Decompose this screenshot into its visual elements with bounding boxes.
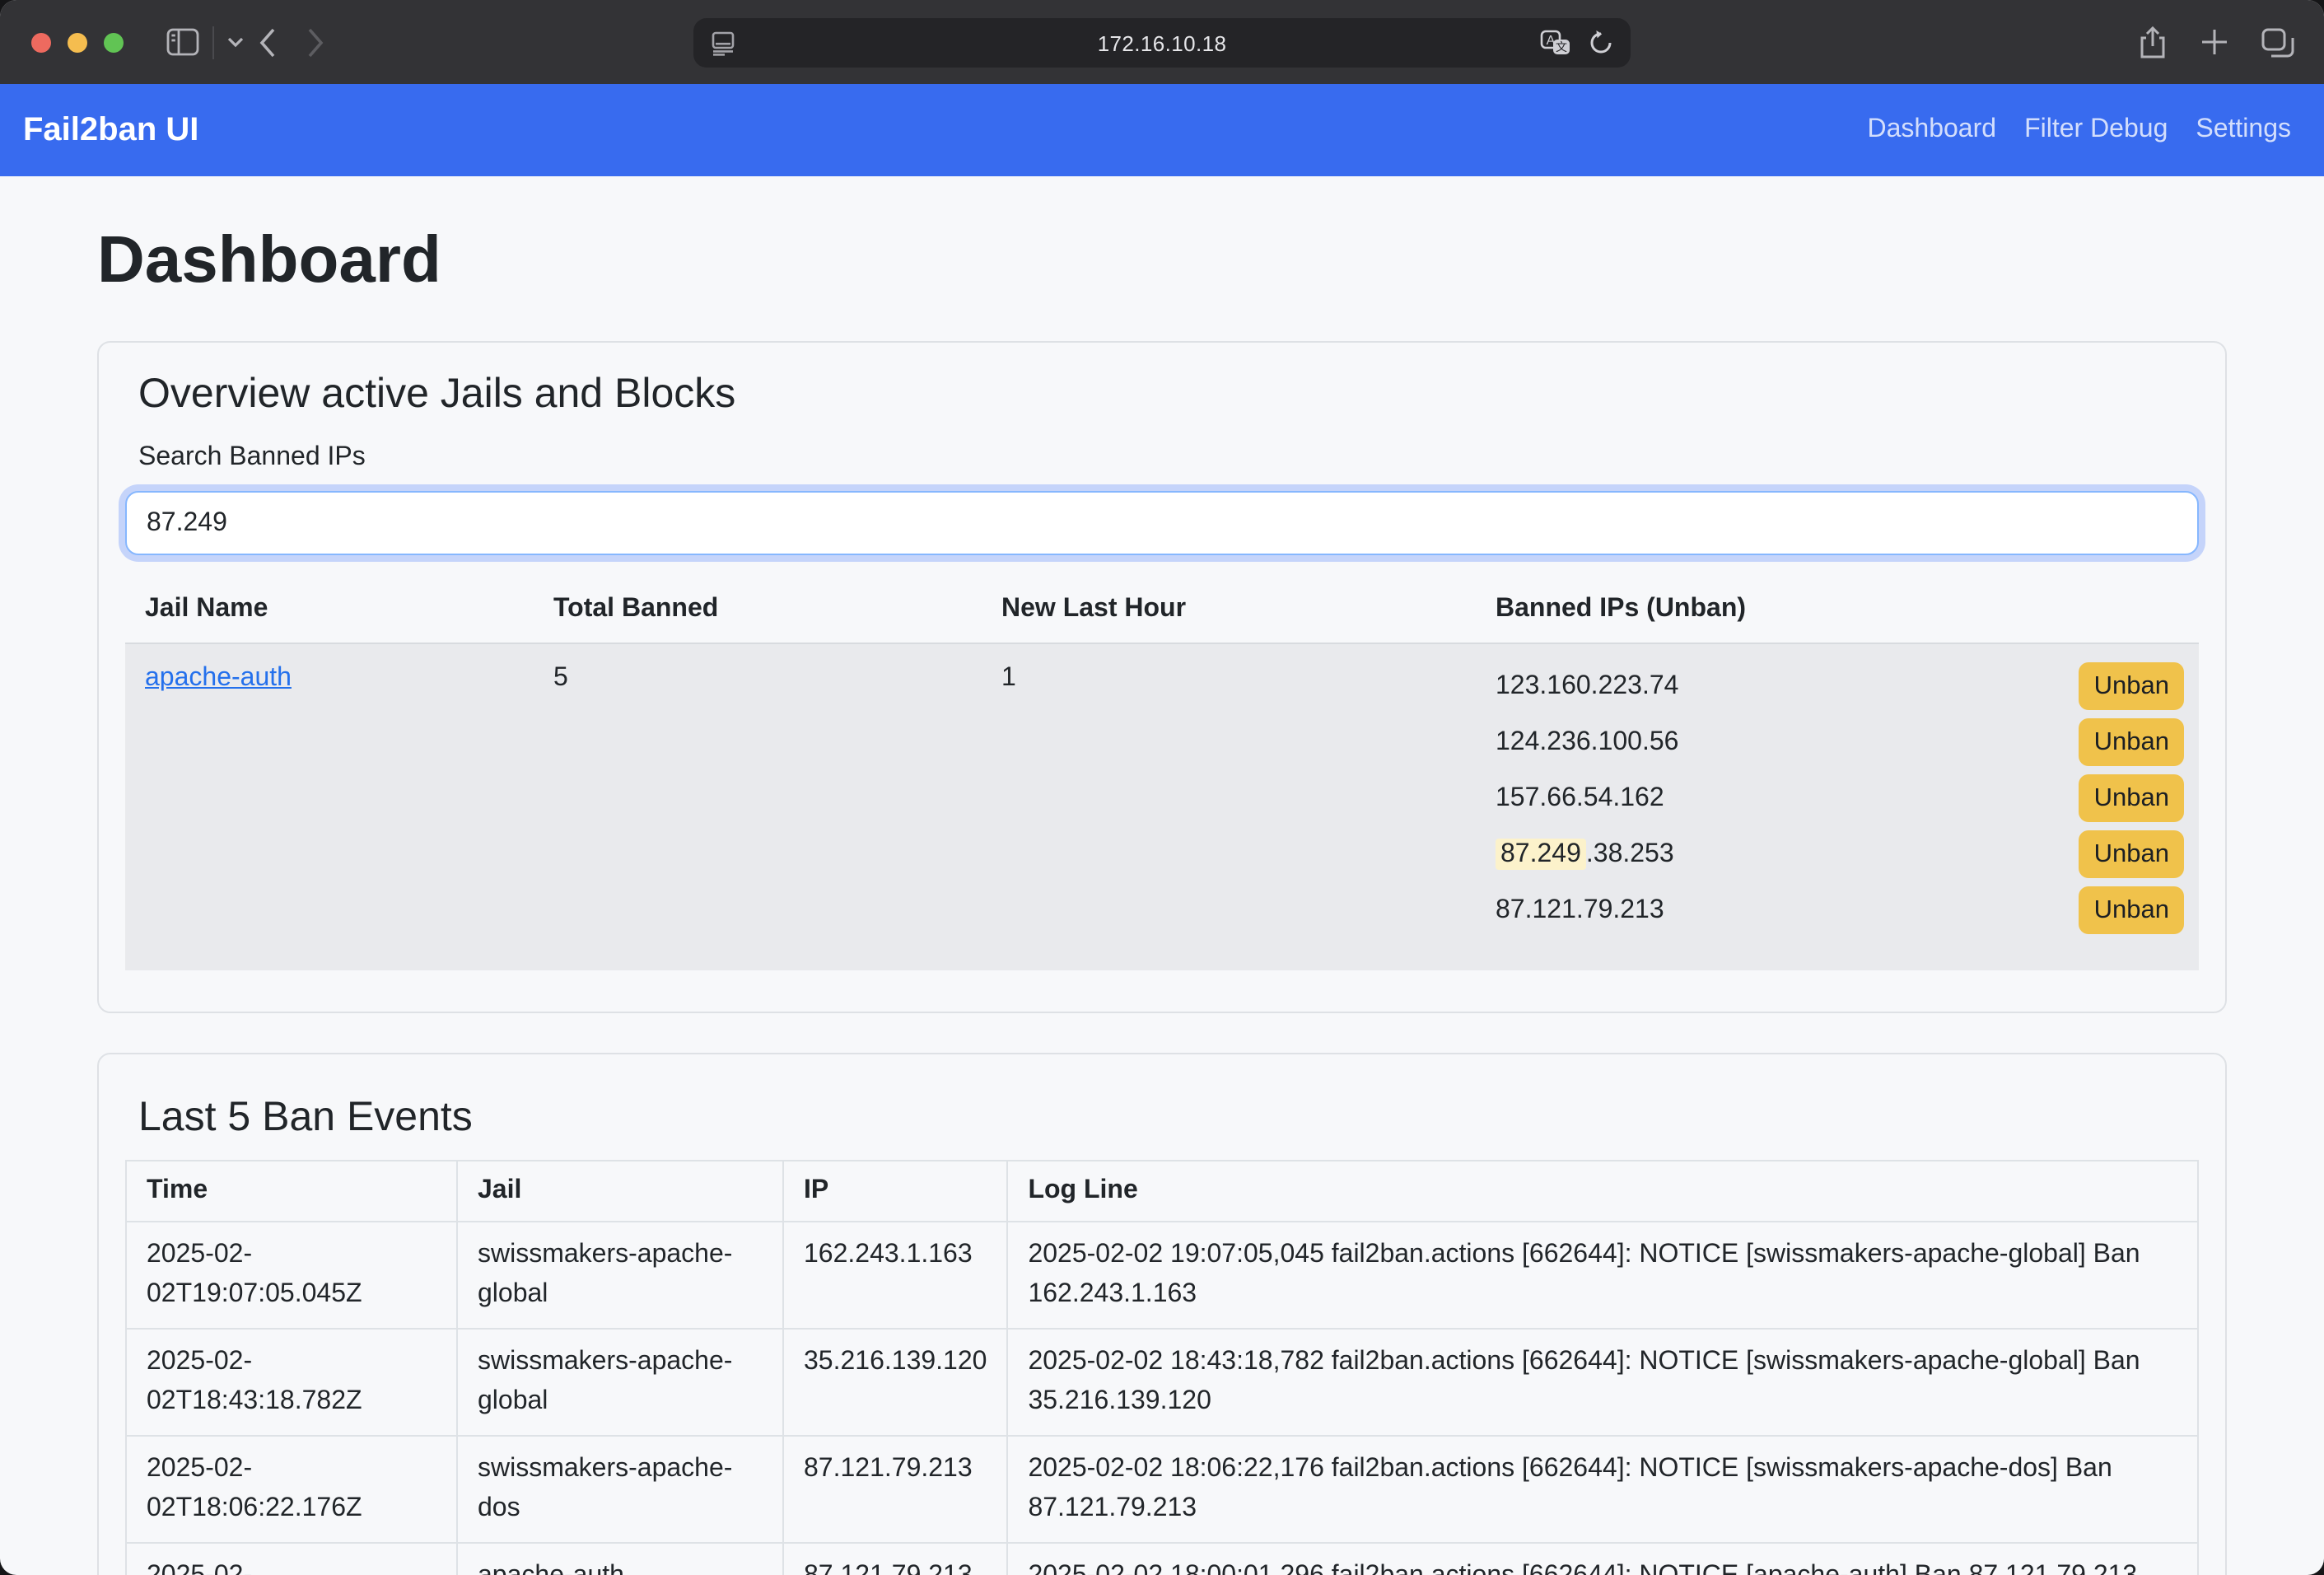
jail-header: Jail [457,1161,783,1222]
toolbar-divider [212,26,214,58]
overview-card-title: Overview active Jails and Blocks [138,369,2199,418]
nav-links: Dashboard Filter Debug Settings [1868,115,2292,145]
zoom-window-button[interactable] [104,32,124,52]
total-banned-header: Total Banned [534,590,982,643]
search-banned-ips-label: Search Banned IPs [138,438,2199,478]
browser-toolbar: 172.16.10.18 A 文 [0,0,2324,84]
unban-button[interactable]: Unban [2079,662,2184,710]
new-last-hour-value: 1 [982,644,1476,970]
ban-event-row: 2025-02-02T18:43:18.782Z swissmakers-apa… [126,1329,2198,1436]
share-icon[interactable] [2138,26,2168,58]
banned-ip-address: 124.236.100.56 [1496,727,1678,757]
ip-header: IP [783,1161,1007,1222]
new-tab-icon[interactable] [2200,28,2228,56]
event-time: 2025-02-02T18:00:01.296Z [126,1543,457,1575]
banned-ip-address: 87.249.38.253 [1496,839,1674,869]
banned-ip-row: 157.66.54.162 Unban [1496,774,2184,822]
minimize-window-button[interactable] [68,32,87,52]
jails-table-header: Jail Name Total Banned New Last Hour Ban… [125,590,2199,644]
ban-event-row: 2025-02-02T19:07:05.045Z swissmakers-apa… [126,1222,2198,1329]
event-jail: apache-auth [457,1543,783,1575]
unban-button[interactable]: Unban [2079,774,2184,822]
event-time: 2025-02-02T18:06:22.176Z [126,1436,457,1543]
nav-link-settings[interactable]: Settings [2196,115,2291,145]
unban-button[interactable]: Unban [2079,830,2184,878]
traffic-lights [31,32,124,52]
time-header: Time [126,1161,457,1222]
back-icon[interactable] [259,27,277,57]
ban-event-row: 2025-02-02T18:00:01.296Z apache-auth 87.… [126,1543,2198,1575]
event-ip: 162.243.1.163 [783,1222,1007,1329]
event-ip: 87.121.79.213 [783,1543,1007,1575]
unban-button[interactable]: Unban [2079,886,2184,934]
unban-button[interactable]: Unban [2079,718,2184,766]
close-window-button[interactable] [31,32,51,52]
page-title: Dashboard [97,221,2227,300]
svg-text:文: 文 [1556,40,1567,53]
new-last-hour-header: New Last Hour [982,590,1476,643]
banned-ip-address: 123.160.223.74 [1496,671,1678,701]
reload-icon[interactable] [1588,30,1614,56]
app-brand[interactable]: Fail2ban UI [23,111,198,149]
event-log-line: 2025-02-02 19:07:05,045 fail2ban.actions… [1007,1222,2198,1329]
banned-ip-row: 87.121.79.213 Unban [1496,886,2184,934]
search-match-highlight: 87.249 [1496,838,1586,869]
event-log-line: 2025-02-02 18:43:18,782 fail2ban.actions… [1007,1329,2198,1436]
event-ip: 35.216.139.120 [783,1329,1007,1436]
chevron-down-icon[interactable] [227,36,244,48]
app-navbar: Fail2ban UI Dashboard Filter Debug Setti… [0,84,2324,176]
event-jail: swissmakers-apache-dos [457,1436,783,1543]
events-card: Last 5 Ban Events Time Jail IP Log Line … [97,1053,2227,1575]
search-banned-ips-input[interactable] [125,491,2199,555]
events-header-row: Time Jail IP Log Line [126,1161,2198,1222]
nav-link-filter-debug[interactable]: Filter Debug [2024,115,2168,145]
ban-event-row: 2025-02-02T18:06:22.176Z swissmakers-apa… [126,1436,2198,1543]
total-banned-value: 5 [534,644,982,970]
browser-window: 172.16.10.18 A 文 [0,0,2324,1575]
banned-ip-row: 124.236.100.56 Unban [1496,718,2184,766]
banned-ip-address: 87.121.79.213 [1496,895,1664,925]
event-jail: swissmakers-apache-global [457,1329,783,1436]
sidebar-icon[interactable] [166,28,199,56]
event-log-line: 2025-02-02 18:00:01,296 fail2ban.actions… [1007,1543,2198,1575]
event-time: 2025-02-02T19:07:05.045Z [126,1222,457,1329]
banned-ips-header: Banned IPs (Unban) [1476,590,2199,643]
events-card-title: Last 5 Ban Events [138,1092,2199,1142]
banned-ip-address: 157.66.54.162 [1496,783,1664,813]
banned-ip-row: 87.249.38.253 Unban [1496,830,2184,878]
forward-icon [306,27,324,57]
main-content: Dashboard Overview active Jails and Bloc… [0,176,2324,1575]
tab-overview-icon[interactable] [2261,27,2294,57]
log-line-header: Log Line [1007,1161,2198,1222]
banned-ip-list: 123.160.223.74 Unban 124.236.100.56 Unba… [1476,644,2199,970]
overview-card: Overview active Jails and Blocks Search … [97,341,2227,1013]
address-bar[interactable]: 172.16.10.18 A 文 [693,18,1631,68]
url-text: 172.16.10.18 [693,30,1631,55]
jail-row: apache-auth 5 1 123.160.223.74 Unban 124… [125,644,2199,970]
ban-events-table: Time Jail IP Log Line 2025-02-02T19:07:0… [125,1160,2199,1575]
jail-name-header: Jail Name [125,590,534,643]
screen: 172.16.10.18 A 文 [0,0,2324,1575]
jails-table: Jail Name Total Banned New Last Hour Ban… [125,590,2199,970]
event-ip: 87.121.79.213 [783,1436,1007,1543]
jail-name-link[interactable]: apache-auth [145,664,292,692]
event-log-line: 2025-02-02 18:06:22,176 fail2ban.actions… [1007,1436,2198,1543]
nav-link-dashboard[interactable]: Dashboard [1868,115,1997,145]
event-time: 2025-02-02T18:43:18.782Z [126,1329,457,1436]
translate-icon[interactable]: A 文 [1540,29,1571,57]
banned-ip-row: 123.160.223.74 Unban [1496,662,2184,710]
event-jail: swissmakers-apache-global [457,1222,783,1329]
